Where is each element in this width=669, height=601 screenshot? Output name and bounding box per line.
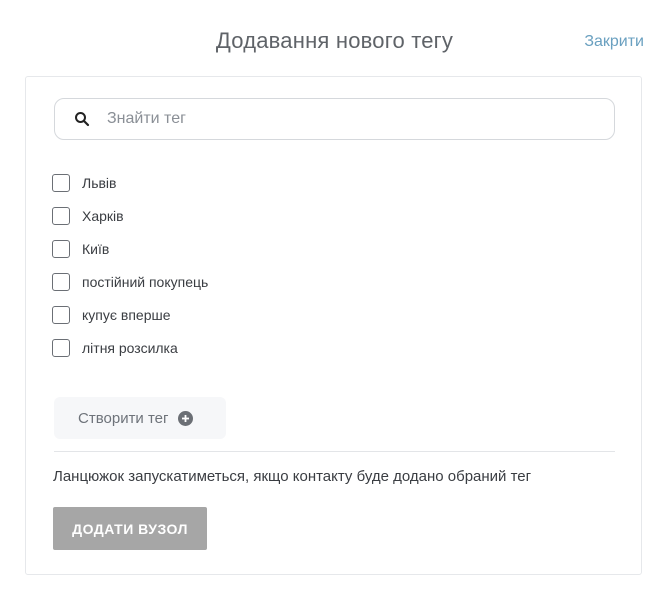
tag-label: купує вперше	[82, 306, 171, 323]
dialog-title: Додавання нового тегу	[215, 28, 454, 53]
tag-checkbox[interactable]	[52, 272, 70, 291]
create-tag-button[interactable]: Створити тег	[54, 397, 226, 439]
hint-text: Ланцюжок запускатиметься, якщо контакту …	[53, 468, 532, 485]
tag-checkbox[interactable]	[52, 239, 70, 258]
create-tag-label: Створити тег	[78, 409, 169, 427]
tag-item-summer-mailing[interactable]: літня розсилка	[52, 331, 208, 364]
divider	[54, 451, 615, 452]
add-tag-dialog: Додавання нового тегу Закрити Львів Харк…	[0, 0, 669, 601]
tag-checkbox[interactable]	[52, 173, 70, 192]
tag-label: Київ	[82, 240, 110, 257]
search-icon	[74, 111, 90, 127]
tag-panel: Львів Харків Київ постійний покупець куп…	[25, 76, 642, 575]
tag-label: Львів	[82, 174, 117, 191]
close-link[interactable]: Закрити	[584, 33, 644, 51]
tag-checkbox[interactable]	[52, 206, 70, 225]
tag-item-kharkiv[interactable]: Харків	[52, 199, 208, 232]
tag-item-regular-customer[interactable]: постійний покупець	[52, 265, 208, 298]
tag-label: Харків	[82, 207, 124, 224]
tag-item-lviv[interactable]: Львів	[52, 166, 208, 199]
add-node-button[interactable]: ДОДАТИ ВУЗОЛ	[53, 507, 207, 550]
plus-circle-icon	[177, 410, 193, 426]
search-input[interactable]	[105, 109, 589, 129]
tag-label: літня розсилка	[82, 339, 178, 356]
tag-checkbox[interactable]	[52, 338, 70, 357]
tag-checkbox[interactable]	[52, 305, 70, 324]
tag-item-kyiv[interactable]: Київ	[52, 232, 208, 265]
tag-item-first-purchase[interactable]: купує вперше	[52, 298, 208, 331]
tag-label: постійний покупець	[82, 273, 209, 290]
tag-list: Львів Харків Київ постійний покупець куп…	[52, 166, 208, 364]
search-box[interactable]	[54, 98, 615, 140]
